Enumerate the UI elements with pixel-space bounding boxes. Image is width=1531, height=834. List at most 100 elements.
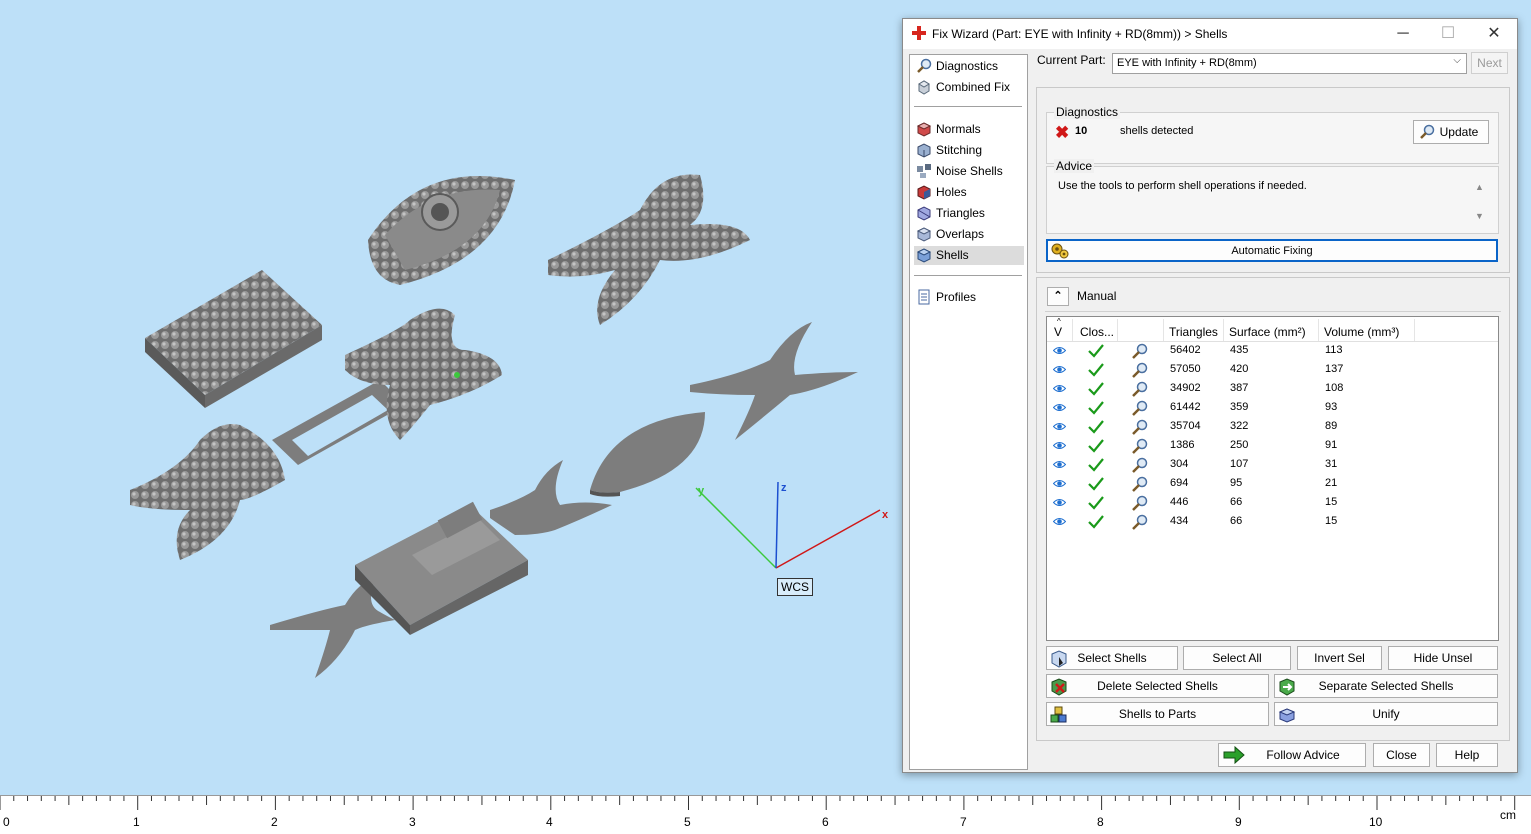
- advice-group: [1046, 166, 1499, 234]
- profiles-icon: [918, 289, 930, 305]
- closed-check-icon: [1088, 439, 1104, 453]
- visibility-eye-icon[interactable]: [1053, 403, 1066, 412]
- visibility-eye-icon[interactable]: [1053, 460, 1066, 469]
- nav-item-holes[interactable]: Holes: [914, 183, 1024, 202]
- chevron-up-icon: ⌃: [1053, 290, 1063, 302]
- column-separator: [1223, 319, 1224, 341]
- volume-cell: 31: [1325, 458, 1338, 470]
- collapse-button[interactable]: ⌃: [1047, 287, 1069, 306]
- table-row[interactable]: 57050 420 137: [1047, 361, 1498, 380]
- visibility-eye-icon[interactable]: [1053, 517, 1066, 526]
- nav-item-combined-fix[interactable]: Combined Fix: [914, 78, 1024, 97]
- minimize-button[interactable]: ─: [1388, 23, 1418, 45]
- column-header[interactable]: V: [1054, 325, 1062, 339]
- volume-cell: 91: [1325, 439, 1338, 451]
- volume-cell: 89: [1325, 420, 1338, 432]
- noise-shells-icon: [917, 164, 931, 178]
- window-title: Fix Wizard (Part: EYE with Infinity + RD…: [932, 27, 1228, 41]
- triangles-cell: 56402: [1170, 344, 1201, 356]
- column-header[interactable]: Surface (mm²): [1229, 325, 1306, 339]
- current-part-select[interactable]: EYE with Infinity + RD(8mm) ⌵: [1112, 53, 1467, 74]
- scroll-up-icon[interactable]: ▲: [1475, 182, 1484, 192]
- zoom-to-shell-icon[interactable]: [1131, 438, 1148, 455]
- volume-cell: 15: [1325, 496, 1338, 508]
- nav-item-shells[interactable]: Shells: [914, 246, 1024, 265]
- surface-cell: 387: [1230, 382, 1249, 394]
- table-row[interactable]: 56402 435 113: [1047, 342, 1498, 361]
- table-row[interactable]: 34902 387 108: [1047, 380, 1498, 399]
- error-x-icon: ✖: [1055, 123, 1070, 142]
- nav-item-triangles[interactable]: Triangles: [914, 204, 1024, 223]
- ruler-label: 3: [409, 815, 416, 829]
- update-button[interactable]: Update: [1413, 120, 1489, 144]
- hide-unselected-button[interactable]: Hide Unsel: [1388, 646, 1498, 670]
- automatic-fixing-button[interactable]: Automatic Fixing: [1046, 239, 1498, 262]
- volume-cell: 113: [1325, 344, 1343, 356]
- zoom-to-shell-icon[interactable]: [1131, 495, 1148, 512]
- shells-to-parts-icon: [1050, 706, 1067, 723]
- follow-advice-button[interactable]: Follow Advice: [1218, 743, 1366, 767]
- zoom-to-shell-icon[interactable]: [1131, 419, 1148, 436]
- closed-check-icon: [1088, 401, 1104, 415]
- close-button[interactable]: Close: [1373, 743, 1430, 767]
- nav-item-overlaps[interactable]: Overlaps: [914, 225, 1024, 244]
- ruler-unit: cm: [1500, 808, 1516, 822]
- table-row[interactable]: 35704 322 89: [1047, 418, 1498, 437]
- separate-selected-shells-button[interactable]: Separate Selected Shells: [1274, 674, 1498, 698]
- zoom-to-shell-icon[interactable]: [1131, 381, 1148, 398]
- column-header[interactable]: Volume (mm³): [1324, 325, 1399, 339]
- table-row[interactable]: 61442 359 93: [1047, 399, 1498, 418]
- gears-icon: [1051, 243, 1069, 259]
- nav-item-stitching[interactable]: Stitching: [914, 141, 1024, 160]
- select-shells-button[interactable]: Select Shells: [1046, 646, 1178, 670]
- divider: [1045, 311, 1501, 312]
- next-button[interactable]: Next: [1471, 52, 1508, 74]
- nav-item-normals[interactable]: Normals: [914, 120, 1024, 139]
- close-window-button[interactable]: ✕: [1479, 23, 1509, 45]
- closed-check-icon: [1088, 382, 1104, 396]
- maximize-button[interactable]: ☐: [1433, 23, 1463, 45]
- visibility-eye-icon[interactable]: [1053, 498, 1066, 507]
- shells-table[interactable]: V ^ Clos... Triangles Surface (mm²) Volu…: [1046, 316, 1499, 641]
- surface-cell: 66: [1230, 496, 1243, 508]
- zoom-to-shell-icon[interactable]: [1131, 476, 1148, 493]
- unify-button[interactable]: Unify: [1274, 702, 1498, 726]
- normals-icon: [916, 122, 932, 137]
- invert-selection-button[interactable]: Invert Sel: [1297, 646, 1382, 670]
- ruler: 0 1 2 3 4 5 6 7 8 9 10 cm: [0, 795, 1531, 834]
- triangles-cell: 34902: [1170, 382, 1201, 394]
- visibility-eye-icon[interactable]: [1053, 384, 1066, 393]
- ruler-label: 10: [1369, 815, 1383, 829]
- current-part-label: Current Part:: [1037, 53, 1106, 67]
- visibility-eye-icon[interactable]: [1053, 441, 1066, 450]
- table-row[interactable]: 446 66 15: [1047, 494, 1498, 513]
- zoom-to-shell-icon[interactable]: [1131, 362, 1148, 379]
- column-header[interactable]: Triangles: [1169, 325, 1218, 339]
- zoom-to-shell-icon[interactable]: [1131, 457, 1148, 474]
- column-header[interactable]: Clos...: [1080, 325, 1114, 339]
- zoom-to-shell-icon[interactable]: [1131, 343, 1148, 360]
- visibility-eye-icon[interactable]: [1053, 479, 1066, 488]
- select-all-button[interactable]: Select All: [1183, 646, 1291, 670]
- nav-item-profiles[interactable]: Profiles: [914, 288, 1024, 307]
- nav-item-noise-shells[interactable]: Noise Shells: [914, 162, 1024, 181]
- table-row[interactable]: 1386 250 91: [1047, 437, 1498, 456]
- nav-divider: [914, 275, 1022, 276]
- table-row[interactable]: 304 107 31: [1047, 456, 1498, 475]
- overlaps-icon: [916, 227, 932, 242]
- table-row[interactable]: 694 95 21: [1047, 475, 1498, 494]
- zoom-to-shell-icon[interactable]: [1131, 514, 1148, 531]
- shells-to-parts-button[interactable]: Shells to Parts: [1046, 702, 1269, 726]
- scroll-down-icon[interactable]: ▼: [1475, 211, 1484, 221]
- nav-item-diagnostics[interactable]: Diagnostics: [914, 57, 1024, 76]
- visibility-eye-icon[interactable]: [1053, 422, 1066, 431]
- table-row[interactable]: 434 66 15: [1047, 513, 1498, 532]
- plain-x-part-right: [690, 322, 858, 440]
- visibility-eye-icon[interactable]: [1053, 365, 1066, 374]
- title-bar[interactable]: Fix Wizard (Part: EYE with Infinity + RD…: [903, 19, 1517, 49]
- visibility-eye-icon[interactable]: [1053, 346, 1066, 355]
- volume-cell: 137: [1325, 363, 1344, 375]
- zoom-to-shell-icon[interactable]: [1131, 400, 1148, 417]
- delete-selected-shells-button[interactable]: Delete Selected Shells: [1046, 674, 1269, 698]
- help-button[interactable]: Help: [1436, 743, 1498, 767]
